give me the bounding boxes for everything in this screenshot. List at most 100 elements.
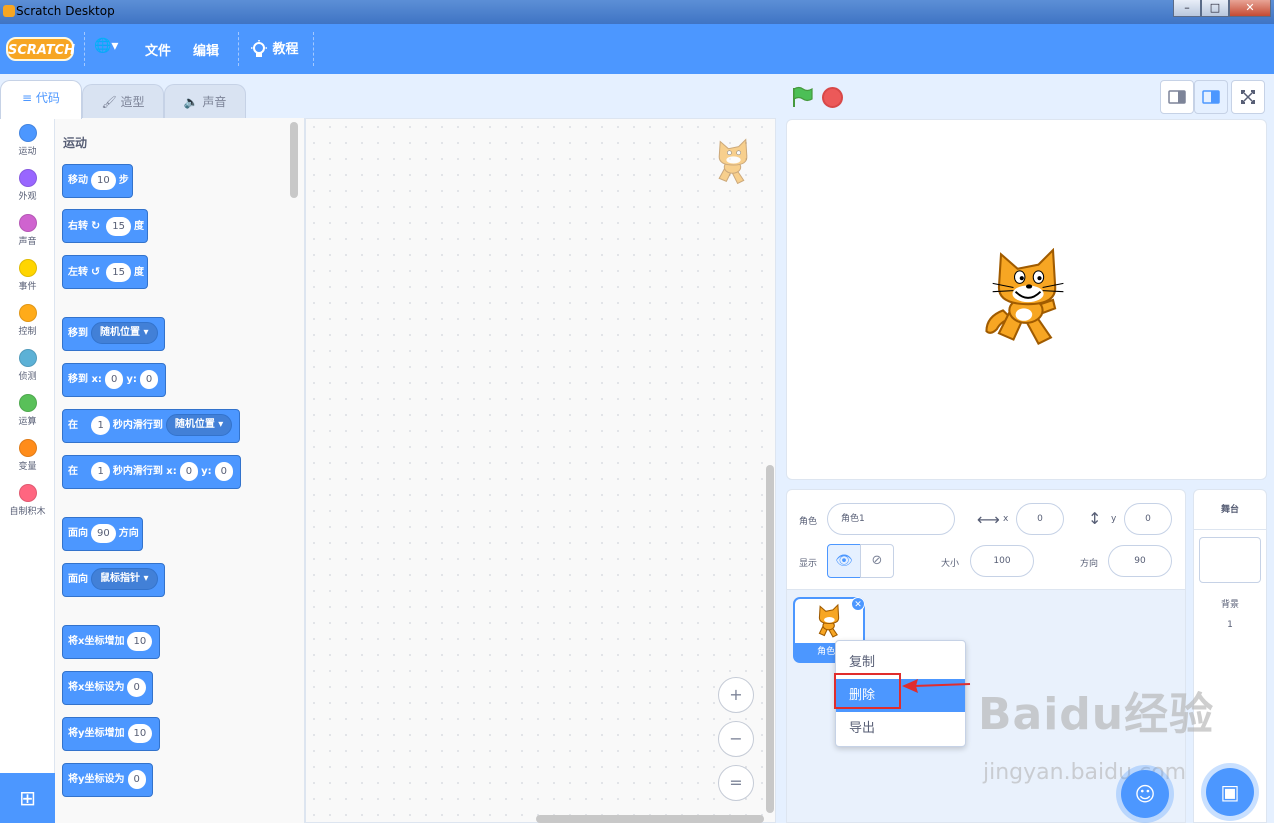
zoom-out-button[interactable]: − (718, 721, 754, 757)
block-set-x[interactable]: 将x坐标设为 0 (62, 671, 154, 705)
block-point-towards[interactable]: 面向 鼠标指针 ▾ (62, 563, 165, 597)
show-label: 显示 (799, 559, 818, 569)
hide-sprite-button[interactable]: ⊘ (860, 544, 894, 578)
baidu-watermark: Baidu经验 (978, 689, 1215, 740)
delete-sprite-icon[interactable]: ✕ (851, 597, 865, 611)
window-titlebar: Scratch Desktop – □ ✕ (0, 0, 1274, 24)
palette-category-title: 运动 (63, 136, 88, 150)
menu-divider (313, 32, 314, 66)
block-input[interactable]: 10 (127, 631, 153, 651)
show-sprite-button[interactable]: 👁 (827, 544, 861, 578)
block-point-direction[interactable]: 面向 90 方向 (62, 517, 144, 551)
category-dot (18, 394, 37, 412)
category-sound[interactable]: 声音 (0, 214, 55, 247)
close-window-button[interactable]: ✕ (1229, 0, 1271, 17)
block-input[interactable]: 10 (91, 170, 116, 190)
stop-button[interactable] (822, 87, 843, 108)
zoom-in-icon: + (729, 685, 743, 704)
workspace-vertical-scrollbar[interactable] (766, 465, 774, 813)
category-looks[interactable]: 外观 (0, 169, 55, 202)
y-position-input[interactable]: 0 (1124, 503, 1172, 535)
block-turn-left[interactable]: 左转 ↺ 15 度 (62, 255, 149, 289)
block-input[interactable]: 0 (139, 369, 159, 389)
block-input[interactable]: 0 (127, 677, 146, 697)
block-dropdown[interactable]: 随机位置 ▾ (91, 322, 158, 344)
block-input[interactable]: 0 (127, 769, 146, 789)
fullscreen-button[interactable] (1231, 80, 1265, 114)
size-input[interactable]: 100 (970, 545, 1034, 577)
brush-icon: 🖌 (101, 95, 121, 109)
x-position-input[interactable]: 0 (1016, 503, 1064, 535)
zoom-out-icon: − (729, 729, 743, 748)
tab-code[interactable]: ≡ 代码 (0, 80, 82, 119)
menu-file[interactable]: 文件 (145, 40, 171, 59)
small-stage-button[interactable] (1160, 80, 1194, 114)
block-change-y[interactable]: 将y坐标增加 10 (62, 717, 160, 751)
block-goto-xy[interactable]: 移到 x: 0 y: 0 (62, 363, 166, 397)
category-sensing[interactable]: 侦测 (0, 349, 55, 382)
stage-thumbnail[interactable] (1199, 537, 1261, 583)
vertical-arrows-icon: ↕ (1088, 509, 1102, 528)
block-input[interactable]: 1 (91, 461, 110, 481)
direction-label: 方向 (1080, 559, 1099, 569)
sprite-watermark-cat-icon (710, 137, 756, 192)
choose-sprite-button[interactable]: ☺ (1121, 770, 1169, 818)
maximize-button[interactable]: □ (1201, 0, 1229, 17)
category-control[interactable]: 控制 (0, 304, 55, 337)
scratch-logo[interactable]: SCRATCH (6, 37, 75, 61)
tab-costumes[interactable]: 🖌 造型 (82, 84, 164, 118)
tab-sounds[interactable]: 🔈 声音 (164, 84, 246, 118)
block-input[interactable]: 15 (106, 216, 131, 236)
block-dropdown[interactable]: 随机位置 ▾ (165, 414, 233, 436)
block-input[interactable]: 15 (106, 262, 131, 282)
workspace-horizontal-scrollbar[interactable] (536, 815, 764, 823)
window-title: Scratch Desktop (16, 4, 115, 18)
block-glide[interactable]: 在 1 秒内滑行到 随机位置 ▾ (62, 409, 240, 443)
cat-face-icon: ☺ (1134, 782, 1156, 806)
cat-thumbnail-icon (818, 603, 840, 638)
block-input[interactable]: 90 (91, 523, 116, 543)
zoom-in-button[interactable]: + (718, 677, 754, 713)
block-input[interactable]: 10 (127, 723, 153, 743)
block-palette: 运动 移动 10 步 右转 ↻ 15 度 左转 ↺ 15 度 移到 随机位置 ▾ 移到 x: 0 y:… (55, 118, 305, 823)
block-change-x[interactable]: 将x坐标增加 10 (62, 625, 160, 659)
menu-edit[interactable]: 编辑 (193, 40, 219, 59)
category-dot (18, 349, 37, 367)
palette-scrollbar[interactable] (290, 122, 298, 198)
cat-sprite-icon[interactable] (977, 248, 1077, 352)
rotate-left-icon: ↺ (91, 265, 101, 278)
green-flag-icon[interactable] (791, 86, 813, 108)
sprite-name-input[interactable]: 角色1 (827, 503, 955, 535)
code-icon: ≡ (22, 91, 36, 105)
block-input[interactable]: 1 (91, 415, 110, 435)
minimize-button[interactable]: – (1173, 0, 1201, 17)
large-stage-button[interactable] (1194, 80, 1228, 114)
category-variables[interactable]: 变量 (0, 439, 55, 472)
category-my-blocks[interactable]: 自制积木 (0, 484, 55, 517)
add-extension-button[interactable]: ⊞ (0, 773, 55, 823)
tutorials-menu[interactable]: 教程 (250, 38, 299, 60)
zoom-reset-button[interactable]: = (718, 765, 754, 801)
block-turn-right[interactable]: 右转 ↻ 15 度 (62, 209, 149, 243)
size-label: 大小 (941, 559, 960, 569)
category-operators[interactable]: 运算 (0, 394, 55, 427)
direction-input[interactable]: 90 (1108, 545, 1172, 577)
code-workspace[interactable]: + − = (305, 118, 776, 823)
stage-canvas[interactable] (786, 119, 1267, 480)
block-move-steps[interactable]: 移动 10 步 (62, 164, 134, 198)
block-input[interactable]: 0 (179, 461, 199, 481)
eye-icon: 👁 (835, 553, 853, 569)
block-input[interactable]: 0 (104, 369, 124, 389)
block-goto[interactable]: 移到 随机位置 ▾ (62, 317, 165, 351)
horizontal-arrows-icon: ⟷ (977, 510, 1000, 529)
category-events[interactable]: 事件 (0, 259, 55, 292)
language-globe-icon[interactable]: 🌐▾ (94, 38, 118, 54)
block-glide-xy[interactable]: 在 1 秒内滑行到 x: 0 y: 0 (62, 455, 241, 489)
block-set-y[interactable]: 将y坐标设为 0 (62, 763, 154, 797)
choose-backdrop-button[interactable]: ▣ (1206, 768, 1254, 816)
category-dot (18, 304, 37, 322)
context-export[interactable]: 导出 (836, 712, 965, 745)
block-dropdown[interactable]: 鼠标指针 ▾ (91, 568, 158, 590)
category-motion[interactable]: 运动 (0, 124, 55, 157)
block-input[interactable]: 0 (214, 461, 234, 481)
